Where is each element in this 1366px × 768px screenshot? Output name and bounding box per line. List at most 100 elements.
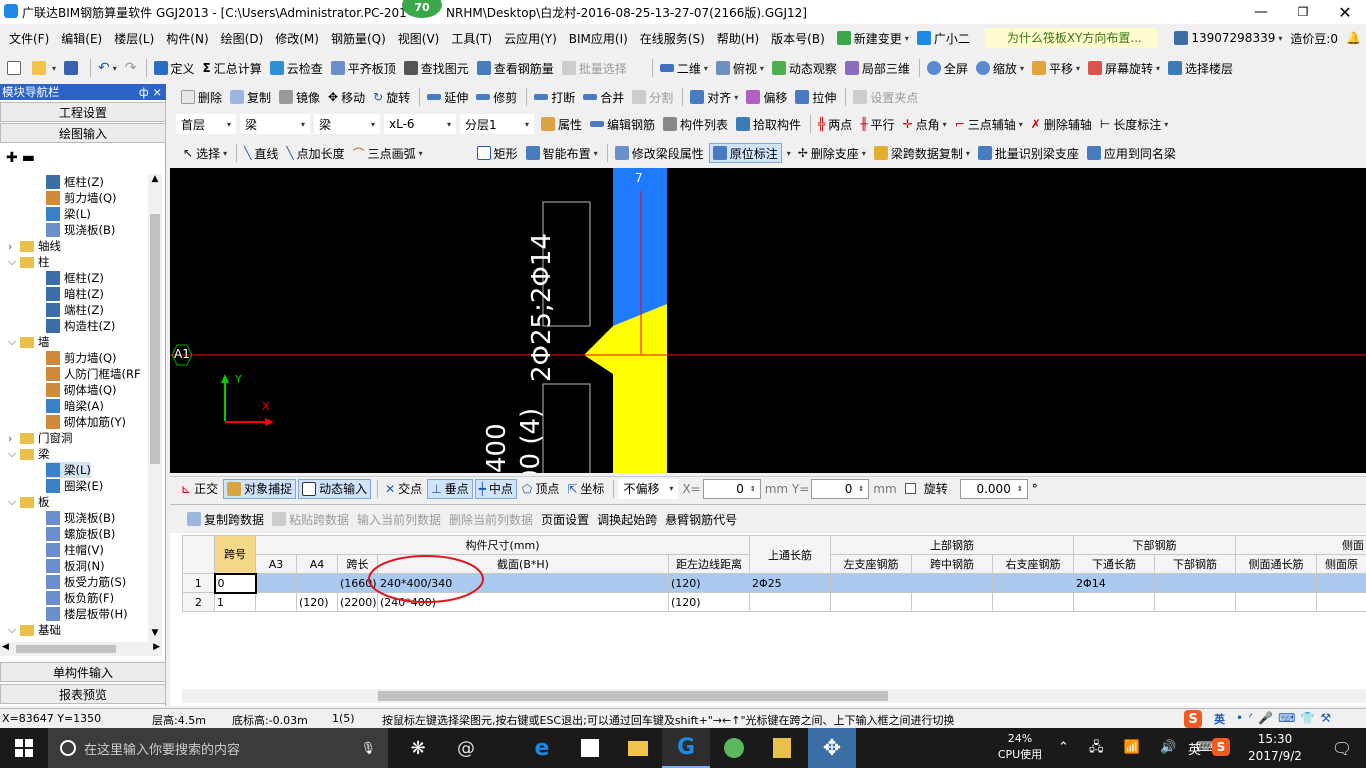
tree-item[interactable]: 构造柱(Z) — [46, 318, 115, 334]
coordinate-snap[interactable]: ⇱ 坐标 — [564, 479, 607, 499]
table-cell-left[interactable] — [830, 592, 913, 612]
line-button[interactable]: ╲ 直线 — [241, 143, 281, 163]
tree-item[interactable]: 梁(L) — [46, 206, 91, 222]
define-button[interactable]: 定义 — [151, 58, 198, 78]
question-link[interactable]: 为什么筏板XY方向布置... — [984, 28, 1158, 48]
menu-item-7[interactable]: 视图(V) — [395, 28, 443, 48]
menu-item-0[interactable]: 文件(F) — [6, 28, 52, 48]
rotate-checkbox[interactable] — [904, 483, 916, 494]
notification-icon[interactable]: 🗨 — [1318, 728, 1366, 768]
pan-button[interactable]: 平移 ▾ — [1029, 58, 1083, 78]
tree-item[interactable]: 剪力墙(Q) — [46, 190, 117, 206]
point-plus-length-button[interactable]: ╲ 点加长度 — [283, 143, 347, 163]
y-input[interactable]: 0 ⇕ — [811, 478, 870, 499]
batch-select-button[interactable]: 批量选择 — [559, 58, 630, 78]
project-settings-tab[interactable]: 工程设置 — [0, 102, 166, 122]
menu-item-8[interactable]: 工具(T) — [448, 28, 495, 48]
paste-span-data-button[interactable]: 粘贴跨数据 — [269, 509, 352, 529]
copy-button[interactable]: 复制 — [227, 87, 274, 107]
in-situ-annotation-button[interactable]: 原位标注 — [708, 143, 782, 163]
three-point-arc-button[interactable]: ⌒ 三点画弧 ▾ — [350, 143, 426, 163]
price-beans[interactable]: 造价豆:0 🔔 — [1287, 28, 1364, 48]
tree-item[interactable]: 板洞(N) — [46, 558, 105, 574]
tree-item[interactable]: 梁(L) — [46, 462, 91, 478]
tree-item[interactable]: 人防门框墙(RF — [46, 366, 141, 382]
perpendicular-snap[interactable]: ⊥ 垂点 — [427, 478, 473, 499]
single-input-tab[interactable]: 单构件输入 — [0, 662, 166, 682]
tree-item[interactable]: 暗梁(A) — [46, 398, 104, 414]
new-change-button[interactable]: 新建变更 ▾ — [834, 28, 912, 48]
edge-icon[interactable]: e — [518, 728, 566, 768]
table-cell-bottom[interactable]: 2Φ14 — [1073, 573, 1156, 593]
type-select-1[interactable]: 梁 ▾ — [240, 114, 310, 134]
2d-view-button[interactable]: 二维 ▾ — [657, 58, 711, 78]
tree-item[interactable]: › 门窗洞 — [8, 430, 73, 446]
view-rebar-qty-button[interactable]: 查看钢筋量 — [474, 58, 557, 78]
page-setup-button[interactable]: 页面设置 — [538, 509, 592, 529]
taskview-icon[interactable]: ❋ — [394, 728, 442, 768]
swap-start-span-button[interactable]: 调换起始跨 — [594, 509, 660, 529]
tree-item[interactable]: 暗柱(Z) — [46, 286, 104, 302]
table-cell-dist[interactable]: (120) — [667, 592, 751, 612]
tree-item[interactable]: 圈梁(E) — [46, 478, 103, 494]
table-cell-side[interactable] — [1235, 592, 1318, 612]
extend-button[interactable]: 延伸 — [424, 87, 471, 107]
table-cell-left[interactable] — [830, 573, 913, 593]
tree-item[interactable]: 现浇板(B) — [46, 222, 115, 238]
tree-item[interactable]: 端柱(Z) — [46, 302, 104, 318]
user-account[interactable]: 13907298339 ▾ — [1171, 28, 1285, 48]
ime-tools-icons[interactable]: •ᐟ🎤⌨👕⚒ — [1236, 711, 1336, 725]
table-row[interactable]: 1 0 (1660) 240*400/340 (120) 2Φ25 2Φ14 — [182, 572, 1366, 594]
tray-sogou-icon[interactable]: S — [1212, 738, 1230, 756]
table-cell-top[interactable] — [749, 592, 832, 612]
rotate-input[interactable]: 0.000 ⇕ — [959, 478, 1028, 499]
minimize-button[interactable]: — — [1240, 0, 1282, 24]
cloud-check-button[interactable]: 云检查 — [267, 58, 326, 78]
table-cell-span[interactable]: 0 — [213, 572, 257, 594]
menu-item-10[interactable]: BIM应用(I) — [566, 28, 631, 48]
flush-slab-top-button[interactable]: 平齐板顶 — [328, 58, 399, 78]
three-point-axis-button[interactable]: ⌐ 三点辅轴 ▾ — [952, 114, 1026, 134]
tree-toggle-icon[interactable]: ⌵ — [8, 335, 20, 349]
tree-item[interactable]: 框柱(Z) — [46, 270, 104, 286]
dynamic-observe-button[interactable]: 动态观察 — [769, 58, 840, 78]
zoom-button[interactable]: 缩放 ▾ — [973, 58, 1027, 78]
table-cell-span[interactable]: 1 — [214, 592, 256, 612]
file-explorer-icon[interactable] — [614, 728, 662, 768]
tree-item[interactable]: › 轴线 — [8, 238, 61, 254]
select-floor-button[interactable]: 选择楼层 — [1165, 58, 1236, 78]
ortho-toggle[interactable]: ⊾ 正交 — [178, 479, 221, 499]
menu-item-12[interactable]: 帮助(H) — [714, 28, 762, 48]
delete-axis-button[interactable]: ✗ 删除辅轴 — [1028, 114, 1095, 134]
new-file-icon[interactable] — [4, 58, 27, 78]
table-cell-side[interactable] — [1235, 573, 1318, 593]
tree-item[interactable]: 剪力墙(Q) — [46, 350, 117, 366]
redo-icon[interactable]: ↷ — [122, 58, 140, 78]
split-button[interactable]: 分割 — [629, 87, 676, 107]
length-dim-button[interactable]: ⊢ 长度标注 ▾ — [1097, 114, 1171, 134]
summary-calc-button[interactable]: Σ 汇总计算 — [200, 58, 265, 78]
delete-button[interactable]: 删除 — [178, 87, 225, 107]
drawing-input-tab[interactable]: 绘图输入 — [0, 123, 166, 143]
glodon-app-icon[interactable]: @ — [442, 728, 490, 768]
open-file-icon[interactable]: ▾ — [29, 58, 59, 78]
menu-item-5[interactable]: 修改(M) — [272, 28, 322, 48]
batch-recognize-support-button[interactable]: 批量识别梁支座 — [975, 143, 1082, 163]
table-cell-a3[interactable] — [255, 573, 297, 593]
break-button[interactable]: 打断 — [531, 87, 578, 107]
tree-vscroll[interactable]: ▲ ▼ — [148, 174, 162, 642]
apply-same-name-button[interactable]: 应用到同名梁 — [1084, 143, 1179, 163]
tree-toggle-icon[interactable]: ⌵ — [8, 623, 20, 637]
active-app-icon[interactable]: ✥ — [808, 728, 856, 768]
component-name-select[interactable]: xL-6 ▾ — [384, 114, 456, 134]
tree-item[interactable]: ⌵ 基础 — [8, 622, 61, 638]
delete-column-data-button[interactable]: 删除当前列数据 — [446, 509, 536, 529]
tree-toggle-icon[interactable]: ⌵ — [8, 447, 20, 461]
table-cell-side2[interactable] — [1316, 573, 1366, 593]
tree-item[interactable]: ⌵ 柱 — [8, 254, 50, 270]
copy-span-data-button[interactable]: 复制跨数据 — [184, 509, 267, 529]
component-list-button[interactable]: 构件列表 — [660, 114, 731, 134]
properties-button[interactable]: 属性 — [538, 114, 585, 134]
screen-rotate-button[interactable]: 屏幕旋转 ▾ — [1085, 58, 1163, 78]
table-cell-a4[interactable] — [296, 573, 338, 593]
